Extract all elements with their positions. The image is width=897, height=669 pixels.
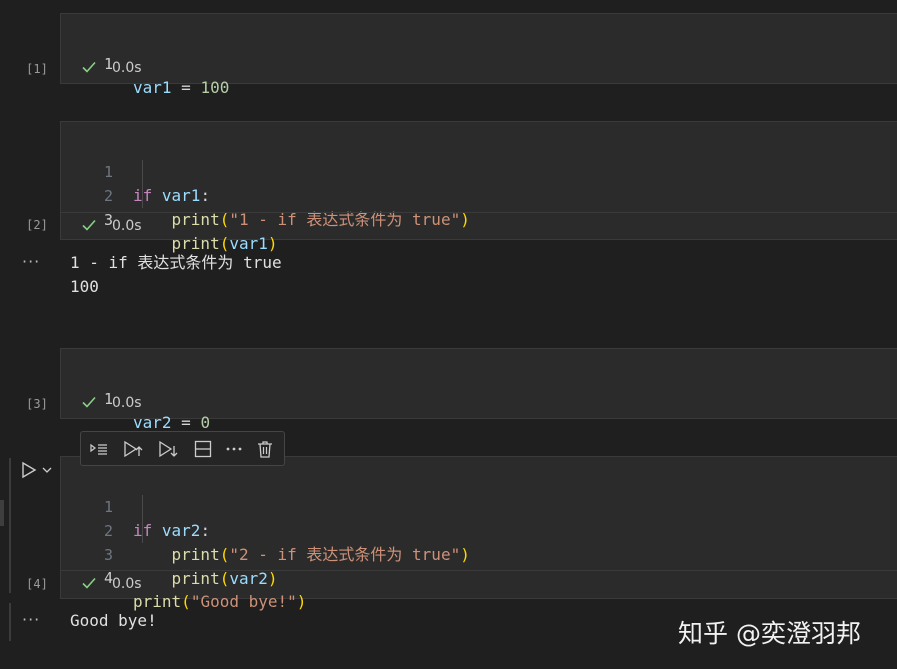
execution-count: [1] (26, 62, 48, 76)
code-line: 1 if var1: (61, 136, 210, 205)
focus-indicator (9, 458, 11, 593)
code-token: if (133, 186, 153, 205)
watermark: 知乎 @奕澄羽邦 (678, 619, 861, 648)
run-cell-control[interactable] (20, 460, 60, 480)
execution-count: [3] (26, 397, 48, 411)
code-cell-1[interactable]: 1 var1 = 100 0.0s (60, 13, 897, 97)
execution-time: 0.0s (112, 218, 142, 234)
output-menu-icon[interactable]: ··· (22, 610, 40, 629)
scroll-indicator (0, 500, 4, 526)
execution-time: 0.0s (112, 395, 142, 411)
output-menu-icon[interactable]: ··· (22, 252, 40, 271)
split-cell-icon[interactable] (193, 439, 213, 459)
code-token: : (200, 521, 211, 540)
code-token: : (200, 186, 211, 205)
code-cell-4[interactable]: 1 if var2: 2 print("2 - if 表达式条件为 true")… (60, 456, 897, 611)
execution-time: 0.0s (112, 60, 142, 76)
code-line: 1 if var2: (61, 471, 210, 540)
checkmark-icon (82, 396, 96, 408)
code-line: 1 var2 = 0 (61, 363, 210, 432)
code-token: var2 (161, 521, 201, 540)
code-line: 2 print("1 - if 表达式条件为 true") (61, 160, 470, 229)
code-token: if (133, 521, 153, 540)
cell-toolbar (80, 431, 285, 466)
execution-time: 0.0s (112, 576, 142, 592)
chevron-down-icon[interactable] (41, 464, 53, 476)
execution-count: [2] (26, 218, 48, 232)
execution-count: [4] (26, 577, 48, 591)
run-above-icon[interactable] (123, 439, 143, 459)
code-cell-3[interactable]: 1 var2 = 0 0.0s (60, 348, 897, 432)
code-line: 3 print(var1) (61, 184, 278, 253)
checkmark-icon (82, 577, 96, 589)
cell-status-bar: 0.0s (61, 212, 897, 241)
delete-icon[interactable] (255, 439, 275, 459)
execute-above-icon[interactable] (89, 439, 109, 459)
code-token: print (171, 545, 220, 564)
code-line: 1 var1 = 100 (61, 28, 229, 97)
focus-indicator (9, 603, 11, 641)
code-text: if var1: (133, 184, 210, 208)
code-token: var1 (161, 186, 201, 205)
code-token: ) (460, 545, 470, 564)
run-below-icon[interactable] (158, 439, 178, 459)
cell-status-bar: 0.0s (61, 55, 897, 83)
code-line: 2 print("2 - if 表达式条件为 true") (61, 495, 470, 564)
cell-status-bar: 0.0s (61, 570, 897, 599)
checkmark-icon (82, 219, 96, 231)
code-token: "2 - if 表达式条件为 true" (229, 545, 461, 564)
more-icon[interactable] (224, 439, 244, 459)
code-line: 4 print("Good bye!") (61, 542, 306, 611)
run-cell-icon[interactable] (20, 460, 38, 480)
cell-output: 1 - if 表达式条件为 true 100 (70, 253, 282, 296)
cell-output: Good bye! (70, 611, 157, 630)
code-text: if var2: (133, 519, 210, 543)
code-line: 3 print(var2) (61, 519, 278, 588)
checkmark-icon (82, 61, 96, 73)
code-token: ( (219, 545, 230, 564)
cell-status-bar: 0.0s (61, 390, 897, 418)
code-text: print("2 - if 表达式条件为 true") (133, 543, 470, 567)
code-cell-2[interactable]: 1 if var1: 2 print("1 - if 表达式条件为 true")… (60, 121, 897, 253)
